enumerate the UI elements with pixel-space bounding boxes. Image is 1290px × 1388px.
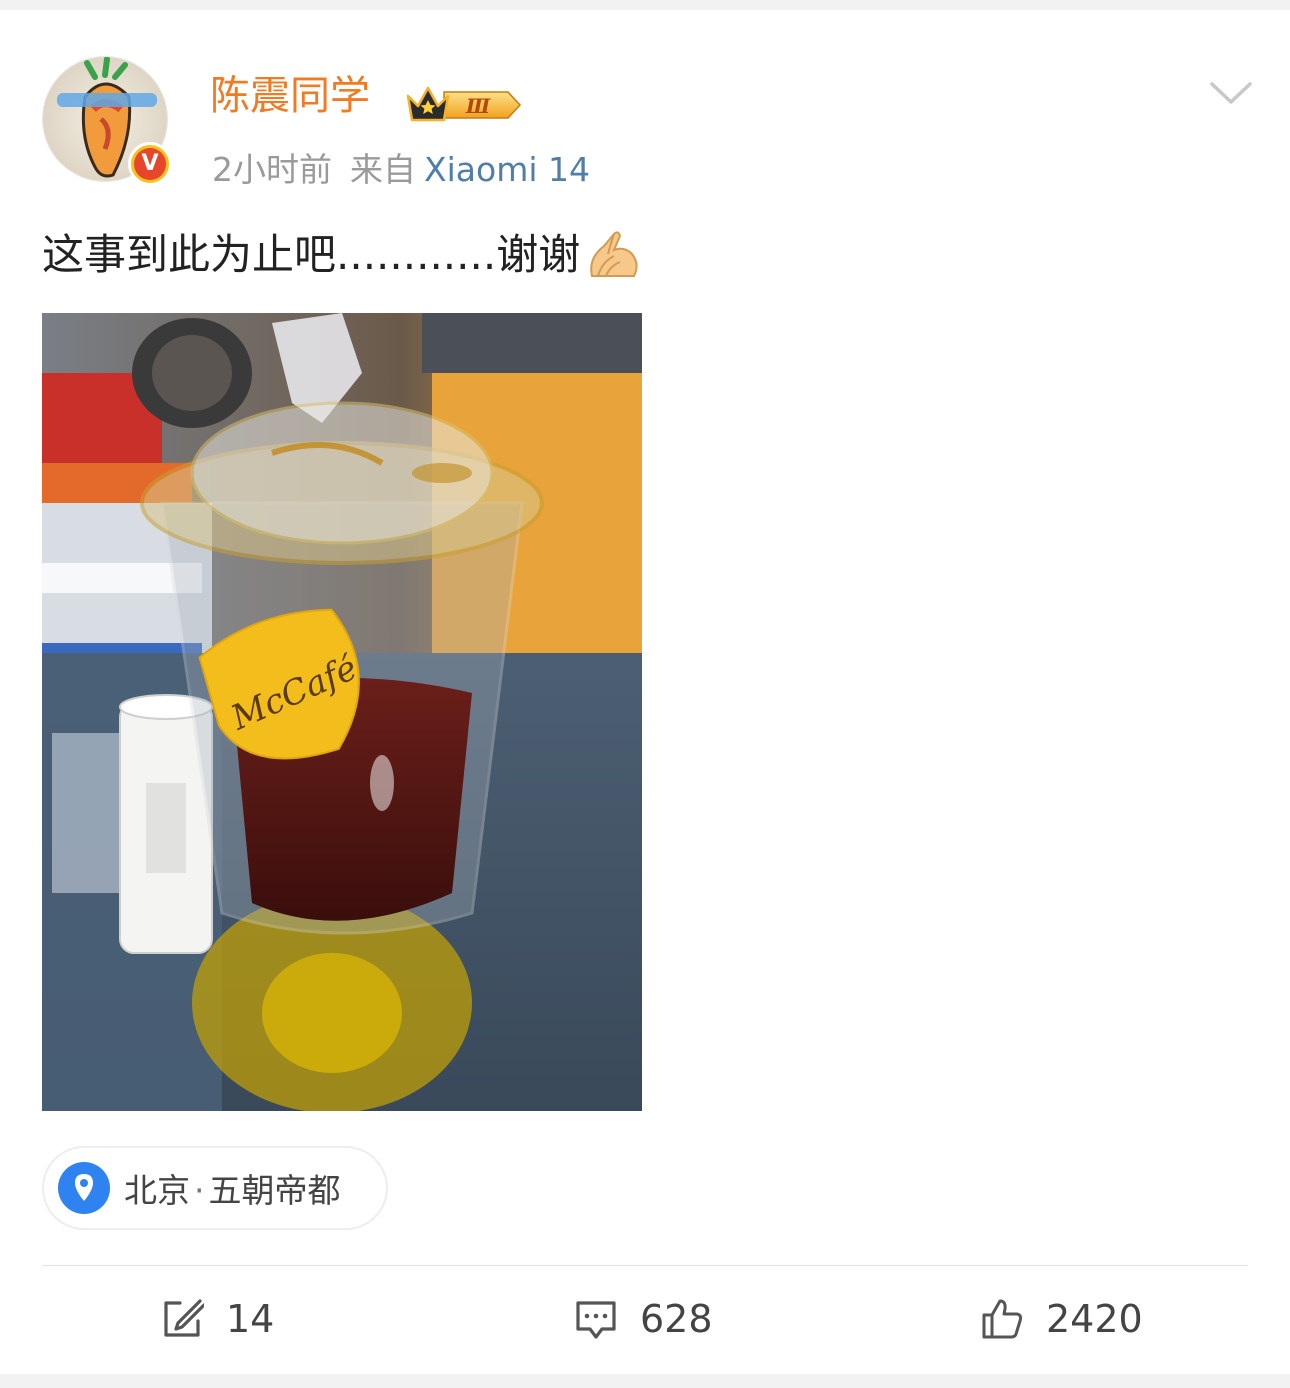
thumbs-up-icon [982, 1299, 1023, 1339]
pinched-hands-icon [590, 231, 638, 277]
repost-icon [164, 1299, 204, 1337]
like-button[interactable]: 2420 [980, 1294, 1143, 1344]
repost-count: 14 [226, 1297, 275, 1341]
location-tagline: 五朝帝都 [208, 1171, 341, 1210]
comment-button[interactable]: 628 [574, 1294, 713, 1344]
repost-button[interactable]: 14 [160, 1294, 274, 1344]
post-photo[interactable]: McCafé [42, 313, 642, 1111]
vip-crown-badge[interactable]: Ⅲ [404, 82, 522, 128]
post-text-content: 这事到此为止吧............谢谢 [42, 230, 581, 279]
location-pin-icon [58, 1162, 110, 1214]
location-city: 北京 [124, 1171, 190, 1210]
post-time: 2小时前 [212, 150, 332, 189]
chevron-down-icon[interactable] [1206, 76, 1256, 110]
source-prefix: 来自 [350, 150, 416, 189]
weibo-post-card: V 陈震同学 Ⅲ 2小时前 来自 Xiaomi 14 这事到此为止吧........… [0, 10, 1290, 1374]
divider [42, 1265, 1248, 1266]
post-meta: 2小时前 来自 Xiaomi 14 [212, 148, 590, 192]
location-text: 北京 · 五朝帝都 [124, 1164, 341, 1212]
verified-mark: V [134, 148, 166, 180]
comment-icon [576, 1301, 616, 1339]
username[interactable]: 陈震同学 [210, 70, 370, 122]
device-link[interactable]: Xiaomi 14 [424, 150, 590, 189]
vip-level-label: Ⅲ [465, 94, 491, 118]
comment-count: 628 [640, 1297, 713, 1341]
location-tag[interactable]: 北京 · 五朝帝都 [42, 1146, 388, 1230]
location-separator: · [194, 1171, 205, 1210]
verified-badge: V [128, 142, 172, 186]
like-count: 2420 [1046, 1297, 1143, 1341]
post-text: 这事到此为止吧............谢谢 [42, 224, 642, 286]
